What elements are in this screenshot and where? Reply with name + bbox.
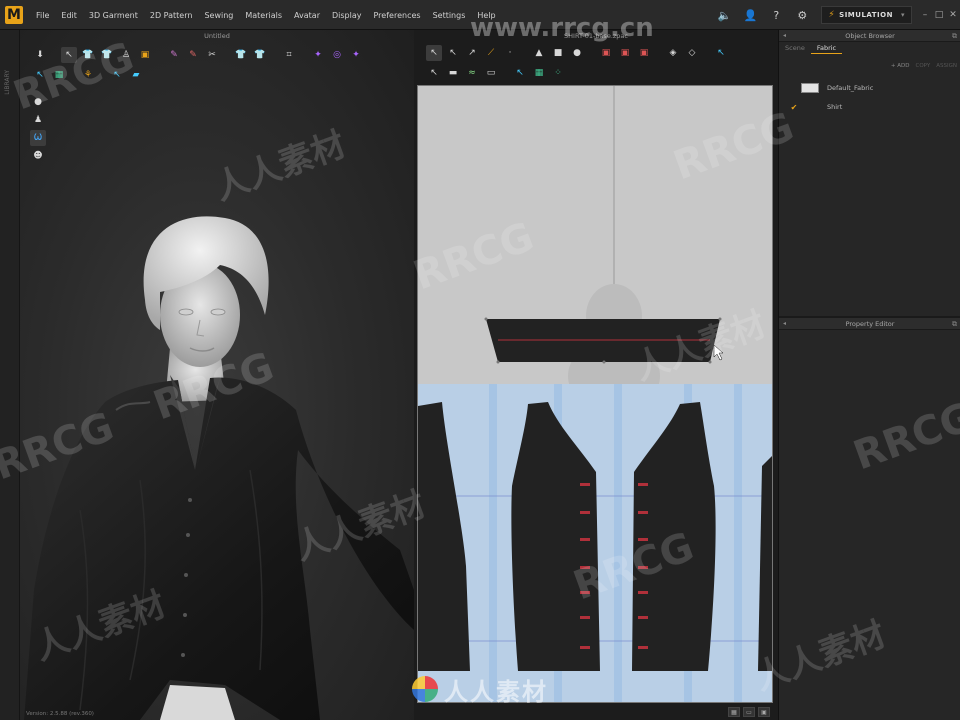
add-fabric-button[interactable]: + ADD — [891, 60, 910, 72]
simulation-mode-select[interactable]: ⚡ SIMULATION ▾ — [821, 6, 912, 24]
main-menu: File Edit 3D Garment 2D Pattern Sewing M… — [30, 0, 502, 30]
menu-preferences[interactable]: Preferences — [368, 11, 427, 20]
close-icon[interactable]: ✕ — [946, 0, 960, 30]
fabric-actions: + ADD COPY ASSIGN — [779, 60, 960, 72]
internal-circle-icon[interactable]: ▣ — [636, 45, 652, 61]
library-label: LIBRARY — [4, 70, 11, 95]
rectangle-icon[interactable]: ■ — [550, 45, 566, 61]
menu-help[interactable]: Help — [471, 11, 501, 20]
select-texture-icon[interactable]: ↖ — [512, 65, 528, 81]
fabric-item-default[interactable]: Default_Fabric — [779, 80, 960, 96]
add-point-icon[interactable]: · — [502, 45, 518, 61]
simulation-icon: ⚡ — [828, 10, 836, 20]
right-panel: ◂ Object Browser ⧉ Scene Fabric + ADD CO… — [778, 30, 960, 720]
object-browser-tabs: Scene Fabric — [779, 42, 960, 54]
grid-toggle-icon[interactable]: ▦ — [728, 707, 740, 717]
check-sewing-icon[interactable]: ▭ — [483, 65, 499, 81]
tab-scene[interactable]: Scene — [779, 42, 811, 54]
2d-window-title: SHIRT-01-base.zpac — [564, 32, 628, 40]
free-sewing-icon[interactable]: ▬ — [445, 65, 461, 81]
zoom-icon[interactable]: ▣ — [758, 707, 770, 717]
segment-sewing-icon[interactable]: ↖ — [713, 45, 729, 61]
edit-sewing-icon[interactable]: ↖ — [426, 65, 442, 81]
dart-icon[interactable]: ◇ — [684, 45, 700, 61]
pattern-canvas[interactable] — [417, 85, 773, 703]
menu-edit[interactable]: Edit — [55, 11, 83, 20]
property-editor-title: Property Editor — [845, 320, 895, 328]
settings-icon[interactable]: ⚙ — [789, 0, 815, 30]
app-logo[interactable]: M — [5, 6, 23, 24]
fit-view-icon[interactable]: ▭ — [743, 707, 755, 717]
checkmark-icon: ✔ — [790, 102, 798, 112]
menu-display[interactable]: Display — [326, 11, 368, 20]
internal-polygon-icon[interactable]: ▣ — [598, 45, 614, 61]
property-editor-header: ◂ Property Editor ⧉ — [779, 318, 960, 330]
menu-avatar[interactable]: Avatar — [288, 11, 326, 20]
copy-fabric-button[interactable]: COPY — [916, 60, 931, 72]
edit-curve-point-icon[interactable]: ⟋ — [483, 45, 499, 61]
trace-icon[interactable]: ◈ — [665, 45, 681, 61]
menu-materials[interactable]: Materials — [239, 11, 288, 20]
fabric-name: Default_Fabric — [827, 84, 874, 92]
3d-viewport[interactable]: Untitled ⬇ ↖ 👕 👕 ♙ ▣ ✎ ✎ ✂ 👕 👕 ⌗ ✦ ◎ ✦ ↖ — [20, 30, 414, 720]
menu-2d-pattern[interactable]: 2D Pattern — [144, 11, 199, 20]
menu-file[interactable]: File — [30, 11, 55, 20]
m-n-sewing-icon[interactable]: ≈ — [464, 65, 480, 81]
fabric-item-shirt[interactable]: ✔ Shirt — [779, 99, 960, 115]
polygon-icon[interactable]: ▲ — [531, 45, 547, 61]
menu-settings[interactable]: Settings — [427, 11, 472, 20]
help-icon[interactable]: ? — [763, 0, 789, 30]
maximize-icon[interactable]: □ — [932, 0, 946, 30]
menu-sewing[interactable]: Sewing — [198, 11, 239, 20]
collar-piece[interactable] — [484, 317, 722, 364]
2d-status-bar: ▦ ▭ ▣ — [414, 704, 778, 720]
circle-icon[interactable]: ● — [569, 45, 585, 61]
fabric-swatch — [801, 83, 819, 93]
internal-rect-icon[interactable]: ▣ — [617, 45, 633, 61]
version-status: Version: 2.5.88 (rev.360) — [26, 711, 94, 717]
fabric-swatch — [801, 102, 819, 112]
top-right-controls: 🔈 👤 ? ⚙ ⚡ SIMULATION ▾ – □ ✕ — [711, 0, 960, 30]
menu-bar: M File Edit 3D Garment 2D Pattern Sewing… — [0, 0, 960, 30]
edit-curvature-icon[interactable]: ↗ — [464, 45, 480, 61]
assign-fabric-button[interactable]: ASSIGN — [936, 60, 957, 72]
edit-pattern-icon[interactable]: ↖ — [445, 45, 461, 61]
texture-2d-icon[interactable]: ▦ — [531, 65, 547, 81]
library-strip[interactable]: LIBRARY — [0, 30, 20, 720]
simulation-label: SIMULATION — [839, 11, 893, 19]
tab-fabric[interactable]: Fabric — [810, 42, 843, 54]
transform-pattern-icon[interactable]: ↖ — [426, 45, 442, 61]
expand-icon[interactable]: ⧉ — [952, 30, 957, 42]
collapse-icon[interactable]: ◂ — [783, 30, 786, 42]
2d-toolbar: ↖ ↖ ↗ ⟋ · ▲ ■ ● ▣ ▣ ▣ ◈ ◇ ↖ ↖ ▬ ≈ ▭ ↖ ▦ — [414, 42, 778, 82]
object-browser-title: Object Browser — [845, 32, 895, 40]
volume-icon[interactable]: 🔈 — [711, 0, 737, 30]
menu-3d-garment[interactable]: 3D Garment — [83, 11, 144, 20]
avatar-render[interactable] — [20, 30, 414, 720]
object-browser-header: ◂ Object Browser ⧉ — [779, 30, 960, 42]
minimize-icon[interactable]: – — [918, 0, 932, 30]
2d-pattern-window: SHIRT-01-base.zpac ↖ ↖ ↗ ⟋ · ▲ ■ ● ▣ ▣ ▣… — [414, 30, 778, 720]
fabric-name: Shirt — [827, 103, 843, 111]
collapse-icon[interactable]: ◂ — [783, 318, 786, 330]
graphic-2d-icon[interactable]: ⁘ — [550, 65, 566, 81]
user-icon[interactable]: 👤 — [737, 0, 763, 30]
chevron-down-icon: ▾ — [900, 11, 905, 19]
pattern-drawing — [418, 86, 772, 702]
expand-icon[interactable]: ⧉ — [952, 318, 957, 330]
